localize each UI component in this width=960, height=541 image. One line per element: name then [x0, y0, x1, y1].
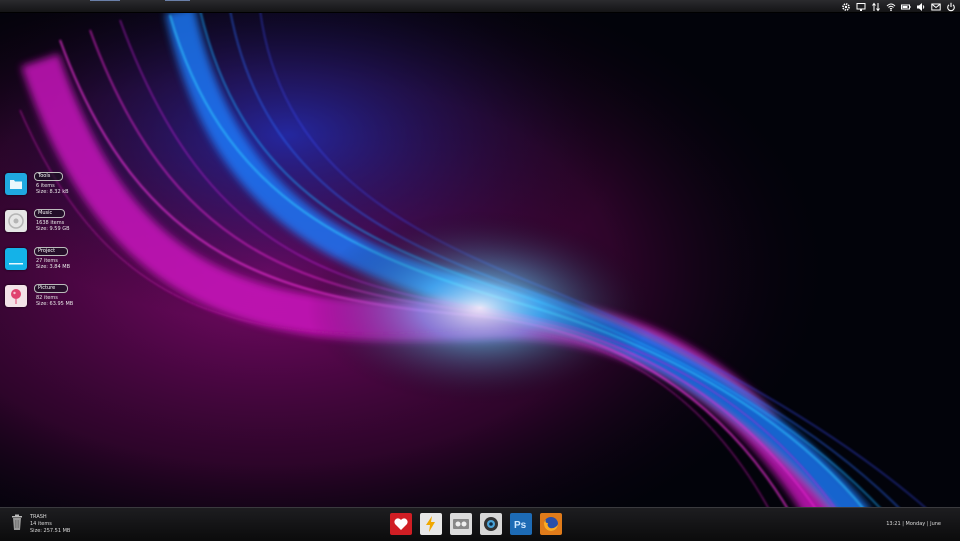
- volume-icon[interactable]: [916, 2, 926, 12]
- system-tray: [841, 1, 956, 12]
- photoshop-icon[interactable]: Ps: [510, 513, 532, 535]
- icon-size: Size: 63.95 MB: [36, 301, 74, 307]
- lightning-app-icon[interactable]: [420, 513, 442, 535]
- panel-highlight: [165, 0, 190, 1]
- folder-icon: [5, 173, 27, 195]
- network-arrows-icon[interactable]: [871, 2, 881, 12]
- top-panel: [0, 0, 960, 13]
- mail-icon[interactable]: [931, 2, 941, 12]
- wifi-icon[interactable]: [886, 2, 896, 12]
- heart-app-icon[interactable]: [390, 513, 412, 535]
- trash-title: TRASH: [30, 514, 47, 520]
- icon-title[interactable]: Project: [34, 247, 69, 256]
- power-icon[interactable]: [946, 2, 956, 12]
- icon-size: Size: 3.84 MB: [36, 264, 71, 270]
- panel-highlight: [90, 0, 120, 1]
- bottom-dock: TRASH 14 items Size: 257.51 MB Ps 13:21 …: [0, 507, 960, 541]
- desktop-icon-project[interactable]: Project 27 items Size: 3.84 MB: [5, 247, 115, 274]
- desktop-wallpaper: [0, 0, 960, 540]
- icon-title[interactable]: Music: [34, 209, 66, 218]
- icon-size: Size: 9.59 GB: [36, 226, 70, 232]
- tape-app-icon[interactable]: [450, 513, 472, 535]
- desktop-icon-picture[interactable]: Picture 82 items Size: 63.95 MB: [5, 284, 115, 311]
- icon-size: Size: 8.32 kB: [36, 189, 69, 195]
- project-icon: [5, 248, 27, 270]
- trash-icon[interactable]: [10, 513, 24, 531]
- monitor-icon[interactable]: [856, 2, 866, 12]
- picture-icon: [5, 285, 27, 307]
- desktop-icon-music[interactable]: Music 1638 items Size: 9.59 GB: [5, 209, 115, 236]
- clock-date-text: 13:21 | Monday | June: [886, 521, 941, 527]
- webcam-app-icon[interactable]: [480, 513, 502, 535]
- icon-title[interactable]: Picture: [34, 284, 69, 293]
- music-disc-icon: [5, 210, 27, 232]
- trash-size: Size: 257.51 MB: [30, 528, 71, 534]
- trash-item-count: 14 items: [30, 521, 52, 527]
- icon-title[interactable]: Tools: [34, 172, 64, 181]
- gear-icon[interactable]: [841, 2, 851, 12]
- svg-text:Ps: Ps: [514, 520, 527, 531]
- battery-icon[interactable]: [901, 2, 911, 12]
- desktop-icon-tools[interactable]: Tools 6 items Size: 8.32 kB: [5, 172, 115, 199]
- firefox-icon[interactable]: [540, 513, 562, 535]
